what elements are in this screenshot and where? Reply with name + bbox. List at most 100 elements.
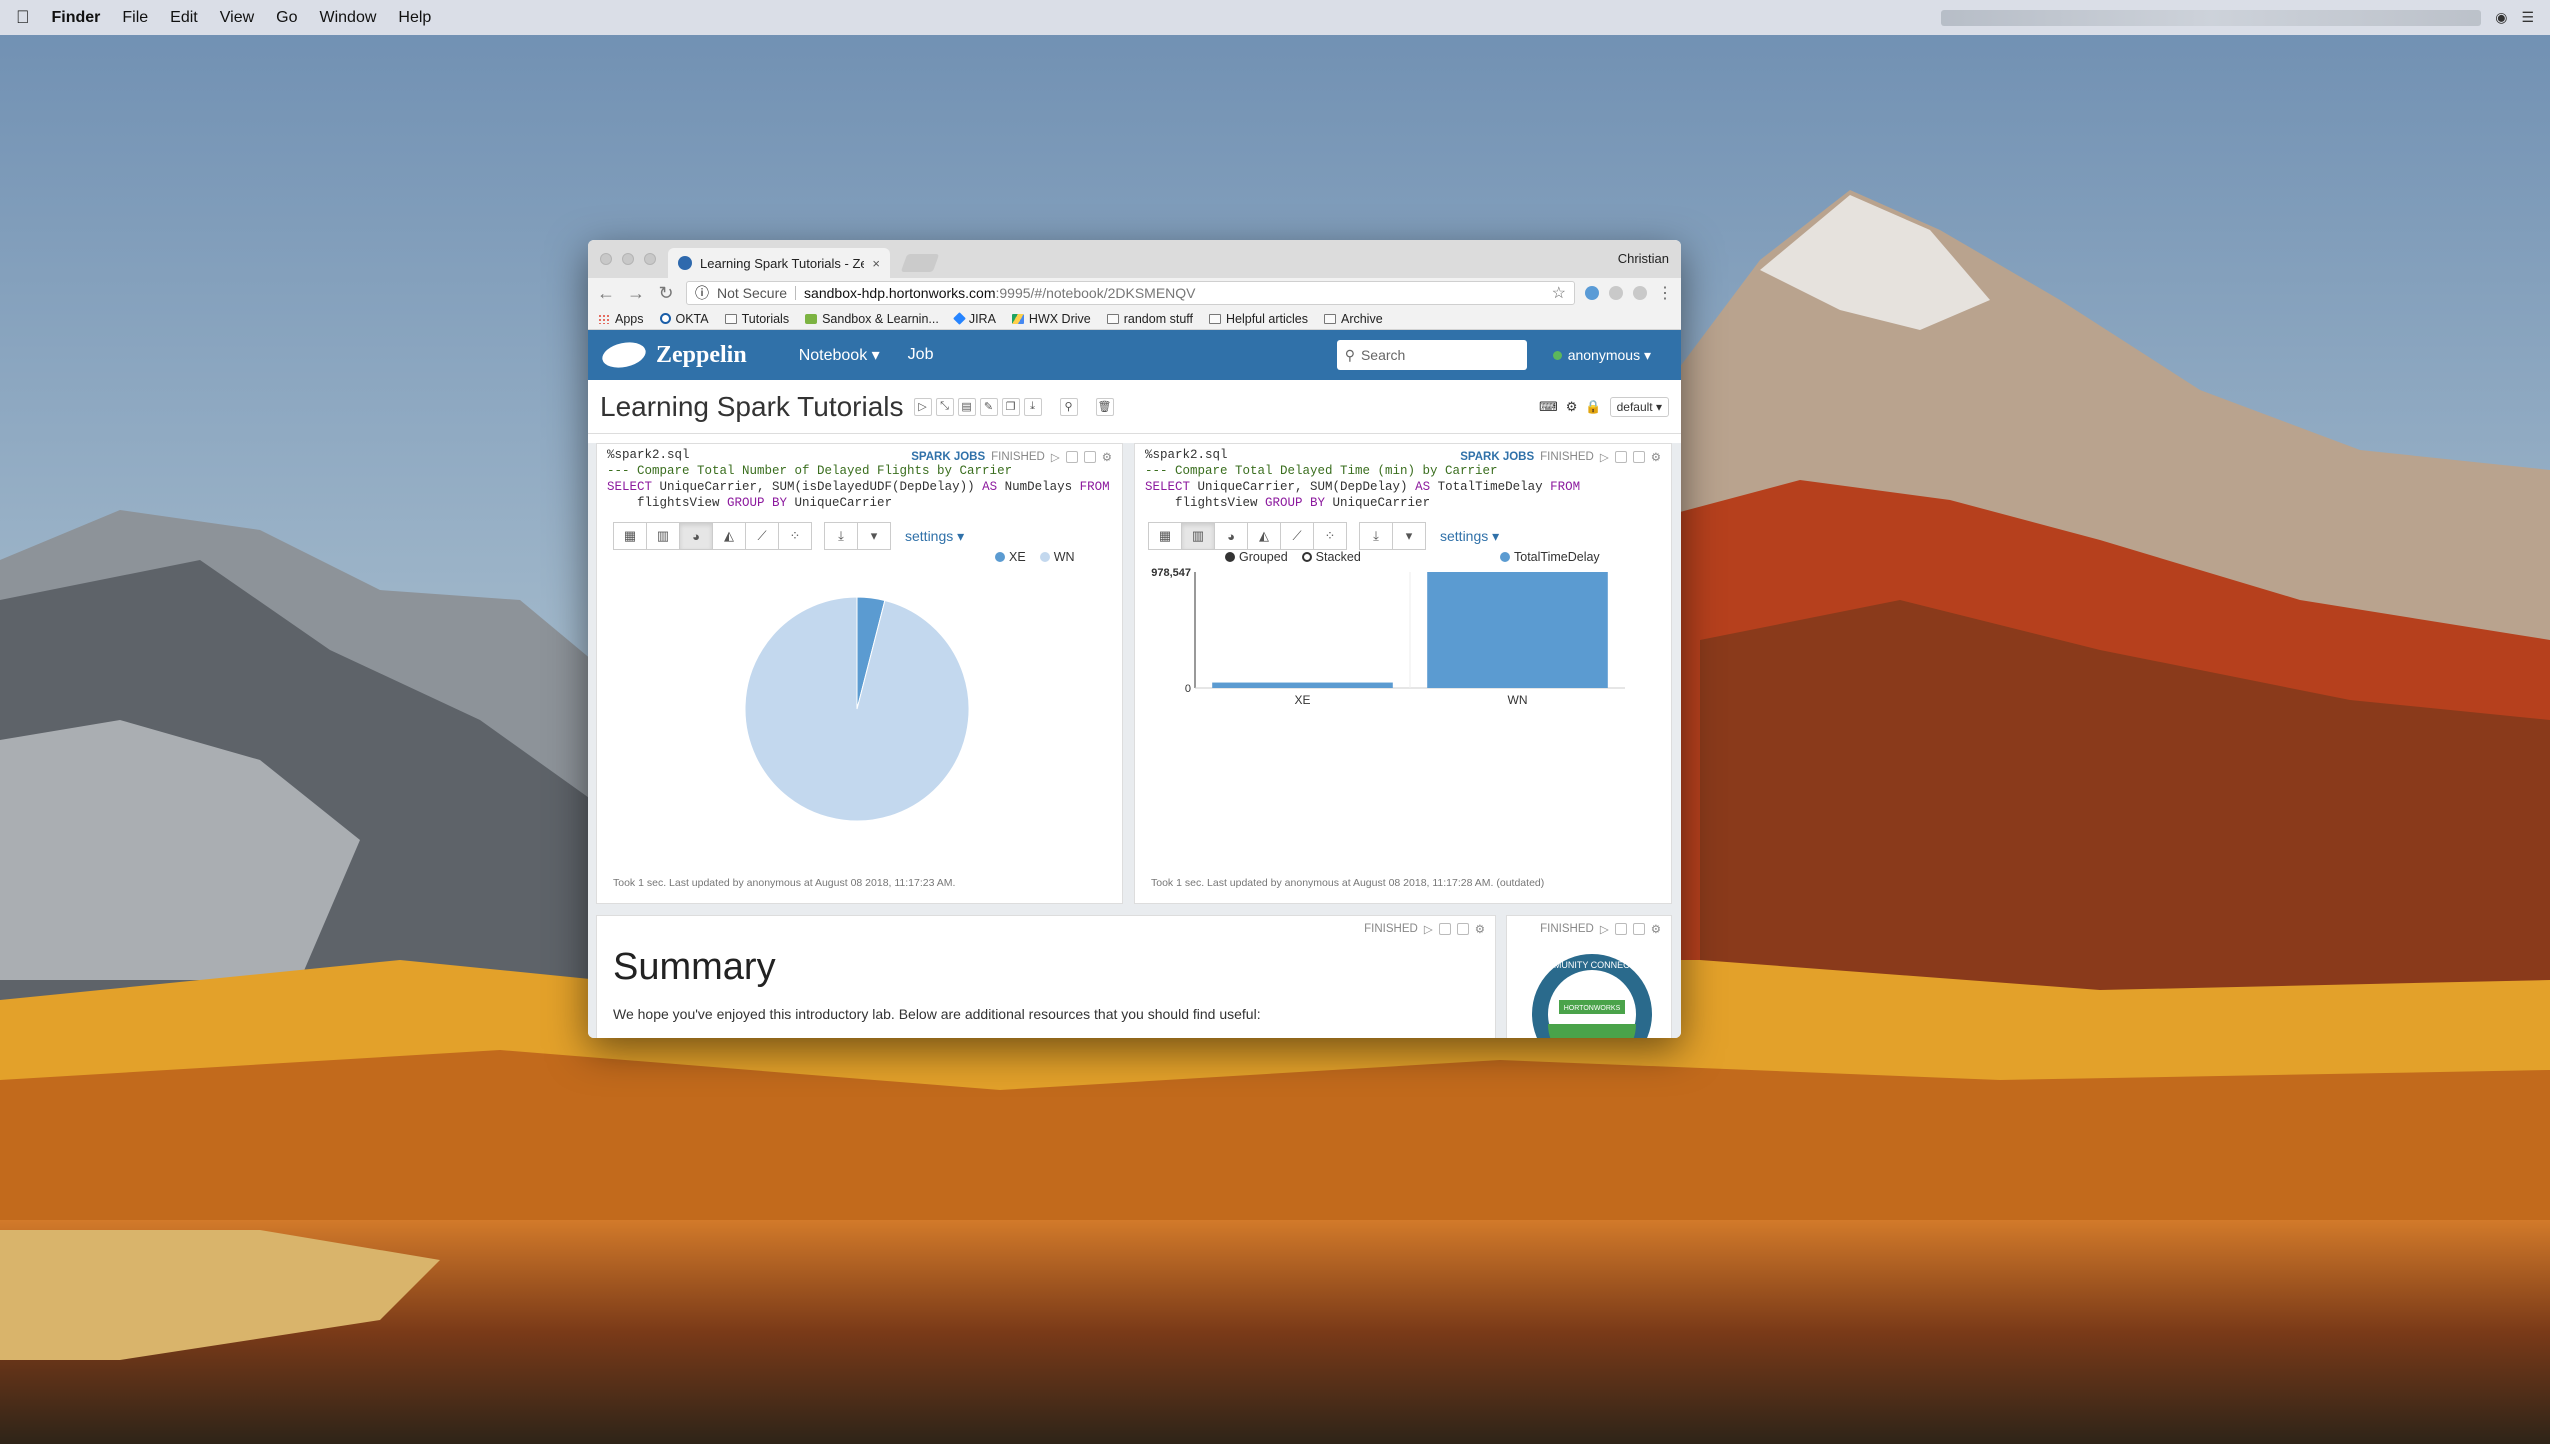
toggle-output-icon[interactable] [1083,451,1096,463]
show-hide-code-icon[interactable]: ⤡ [935,397,954,416]
profile-name[interactable]: Christian [1618,251,1669,266]
run-paragraph-icon[interactable]: ▷ [1600,450,1609,464]
export-notebook-icon[interactable]: ⤓ [1023,397,1042,416]
maximize-icon[interactable] [1438,923,1451,935]
bookmark-tutorials[interactable]: Tutorials [724,312,789,326]
settings-toggle[interactable]: settings ▾ [1440,528,1499,545]
area-chart-icon[interactable]: ◭ [712,522,746,550]
permissions-lock-icon[interactable]: 🔒 [1585,399,1601,415]
extension-icon[interactable] [1585,286,1599,300]
gear-icon[interactable]: ⚙ [1651,922,1661,936]
line-chart-icon[interactable]: ⟋ [1280,522,1314,550]
menubar-view[interactable]: View [220,9,254,27]
bookmark-helpful-articles[interactable]: Helpful articles [1209,312,1308,326]
download-icon[interactable]: ⤓ [824,522,858,550]
bookmark-okta[interactable]: OKTA [659,312,709,326]
download-options-chevron-icon[interactable]: ▾ [1392,522,1426,550]
new-tab-button[interactable] [900,254,940,272]
notebook-menu[interactable]: Notebook ▾ [799,345,880,365]
spark-jobs-link[interactable]: SPARK JOBS [1460,451,1534,463]
gear-icon[interactable]: ⚙ [1651,450,1661,464]
download-icon[interactable]: ⤓ [1359,522,1393,550]
gear-icon[interactable]: ⚙ [1475,922,1485,936]
run-paragraph-icon[interactable]: ▷ [1600,922,1609,936]
menubar-edit[interactable]: Edit [170,9,198,27]
menubar-help[interactable]: Help [398,9,431,27]
maximize-icon[interactable] [1065,451,1078,463]
status-icons[interactable] [1941,9,2482,26]
spark-jobs-link[interactable]: SPARK JOBS [911,451,985,463]
pie-chart-icon[interactable]: ◕ [679,522,713,550]
info-icon[interactable]: ⓘ [695,283,709,303]
run-paragraph-icon[interactable]: ▷ [1051,450,1060,464]
back-arrow-icon[interactable]: ← [596,283,616,304]
url-divider [795,286,797,300]
maximize-icon[interactable] [1614,923,1627,935]
zeppelin-home-link[interactable]: Zeppelin [599,338,747,372]
trash-icon[interactable]: 🗑 [1095,397,1114,416]
keyboard-shortcuts-icon[interactable]: ⌨ [1539,399,1558,415]
chrome-window: Learning Spark Tutorials - Zep × Christi… [588,240,1681,1038]
pie-chart-icon[interactable]: ◕ [1214,522,1248,550]
notebook-title[interactable]: Learning Spark Tutorials [600,391,904,423]
grouped-radio[interactable]: Grouped [1225,550,1288,564]
show-hide-output-icon[interactable]: ▤ [957,397,976,416]
reload-icon[interactable]: ↻ [656,283,676,304]
search-input[interactable]: ⚲ Search [1336,340,1527,370]
close-tab-icon[interactable]: × [872,256,880,271]
menubar-file[interactable]: File [122,9,148,27]
extension-icon[interactable] [1609,286,1623,300]
scatter-chart-icon[interactable]: ⁘ [778,522,812,550]
look-and-feel-dropdown[interactable]: default ▾ [1609,396,1669,417]
interpreter-binding-icon[interactable]: ⚙ [1566,399,1578,415]
bookmark-star-icon[interactable]: ☆ [1552,283,1566,303]
menubar-go[interactable]: Go [276,9,297,27]
forward-arrow-icon[interactable]: → [626,283,646,304]
chrome-menu-icon[interactable]: ⋮ [1657,283,1673,303]
stacked-radio[interactable]: Stacked [1301,550,1361,564]
download-options-chevron-icon[interactable]: ▾ [857,522,891,550]
table-view-icon[interactable]: ▦ [613,522,647,550]
clone-notebook-icon[interactable]: ❐ [1001,397,1020,416]
area-chart-icon[interactable]: ◭ [1247,522,1281,550]
search-code-icon[interactable]: ⚲ [1059,397,1078,416]
bookmark-sandbox[interactable]: Sandbox & Learnin... [805,312,939,326]
run-all-icon[interactable]: ▷ [913,397,932,416]
line-chart-icon[interactable]: ⟋ [745,522,779,550]
clear-output-icon[interactable]: ✎ [979,397,998,416]
legend-item-wn[interactable]: WN [1039,550,1075,564]
bookmark-random-stuff[interactable]: random stuff [1106,312,1193,326]
minimize-window-button[interactable] [622,253,634,265]
scatter-chart-icon[interactable]: ⁘ [1313,522,1347,550]
url-bar[interactable]: ⓘ Not Secure sandbox-hdp.hortonworks.com… [686,281,1575,305]
close-window-button[interactable] [600,253,612,265]
bookmark-hwx-drive[interactable]: HWX Drive [1011,312,1091,326]
job-link[interactable]: Job [908,346,934,364]
notification-center-icon[interactable]: ☰ [2521,9,2534,26]
zoom-window-button[interactable] [644,253,656,265]
siri-icon[interactable]: ◉ [2495,9,2507,26]
table-view-icon[interactable]: ▦ [1148,522,1182,550]
extension-icon[interactable] [1633,286,1647,300]
toggle-output-icon[interactable] [1632,451,1645,463]
settings-toggle[interactable]: settings ▾ [905,528,964,545]
bookmark-archive[interactable]: Archive [1323,312,1383,326]
legend-item-totaltimedelay[interactable]: TotalTimeDelay [1500,550,1600,564]
browser-tab[interactable]: Learning Spark Tutorials - Zep × [668,248,890,278]
menubar-app-name[interactable]: Finder [52,9,101,27]
sql-keyword: SELECT [1145,480,1191,494]
maximize-icon[interactable] [1614,451,1627,463]
bookmark-jira[interactable]: JIRA [952,312,996,326]
bookmark-apps[interactable]: Apps [598,312,644,326]
apple-icon[interactable]:  [16,7,30,28]
toggle-output-icon[interactable] [1456,923,1469,935]
sql-keyword: AS [1415,480,1431,494]
user-menu[interactable]: anonymous ▾ [1552,347,1651,364]
menubar-window[interactable]: Window [319,9,376,27]
run-paragraph-icon[interactable]: ▷ [1424,922,1433,936]
toggle-output-icon[interactable] [1632,923,1645,935]
legend-item-xe[interactable]: XE [995,550,1026,564]
gear-icon[interactable]: ⚙ [1102,450,1112,464]
bar-chart-icon[interactable]: ▥ [1181,522,1215,550]
bar-chart-icon[interactable]: ▥ [646,522,680,550]
